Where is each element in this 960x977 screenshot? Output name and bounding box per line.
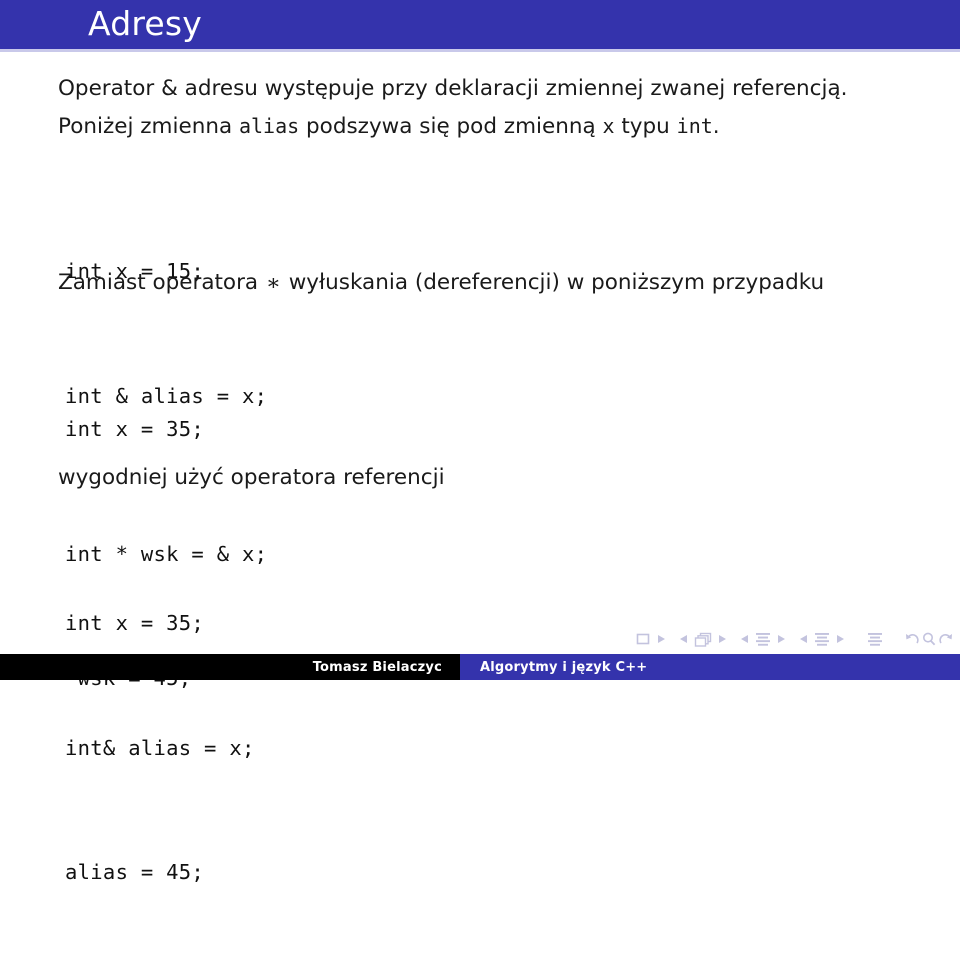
code-line: alias = 45; [65, 860, 205, 884]
paragraph-2-part-1: Poniżej zmienna [58, 114, 239, 139]
paragraph-3-part-2: wyłuskania (dereferencji) w poniższym pr… [281, 270, 825, 295]
frames-icon[interactable] [694, 630, 712, 648]
inline-code-alias: alias [238, 114, 300, 138]
footer-course-title: Algorytmy i język C++ [480, 659, 648, 675]
inline-code-x: x [602, 114, 615, 138]
slide-icon[interactable] [636, 630, 650, 648]
code-line: int x = 35; [65, 611, 205, 635]
slide-body: Operator & adresu występuje przy deklara… [0, 56, 960, 884]
search-icon[interactable] [922, 630, 936, 648]
paragraph-2-part-4: . [712, 114, 720, 139]
slide-footer: Tomasz Bielaczyc Algorytmy i język C++ [0, 654, 960, 680]
section-icon[interactable] [814, 630, 830, 648]
back-icon[interactable] [905, 630, 920, 648]
beamer-navigation-bar[interactable] [636, 629, 954, 649]
paragraph-1-text: Operator & adresu występuje przy deklara… [58, 76, 848, 101]
prev-subsection-icon[interactable] [740, 630, 749, 648]
paragraph-operator-adresu: Operator & adresu występuje przy deklara… [58, 74, 848, 104]
next-slide-icon[interactable] [657, 630, 666, 648]
header-divider [0, 49, 960, 52]
next-subsection-icon[interactable] [777, 630, 786, 648]
paragraph-2-part-3: typu [614, 114, 677, 139]
nav-group-slide[interactable] [636, 630, 666, 648]
forward-icon[interactable] [938, 630, 953, 648]
slide-header: Adresy [0, 0, 960, 49]
code-line: int x = 35; [65, 417, 205, 441]
paragraph-3-part-1: Zamiast operatora [58, 270, 265, 295]
nav-group-subsection[interactable] [740, 630, 786, 648]
footer-author-section: Tomasz Bielaczyc [0, 654, 460, 680]
nav-group-frames[interactable] [679, 630, 727, 648]
paragraph-2-part-2: podszywa się pod zmienną [299, 114, 603, 139]
paragraph-reference-preferred: wygodniej użyć operatora referencji [58, 463, 445, 493]
paragraph-4-text: wygodniej użyć operatora referencji [58, 465, 445, 490]
inline-code-int: int [676, 114, 713, 138]
code-line: int& alias = x; [65, 735, 255, 760]
paragraph-dereference-intro: Zamiast operatora ∗ wyłuskania (derefere… [58, 268, 824, 299]
next-frame-icon[interactable] [718, 630, 727, 648]
document-icon[interactable] [867, 630, 883, 648]
subsection-icon[interactable] [755, 630, 771, 648]
code-block-reference-example: int x = 35; int& alias = x; alias = 45; [65, 520, 255, 977]
footer-author: Tomasz Bielaczyc [312, 659, 442, 675]
prev-section-icon[interactable] [799, 630, 808, 648]
asterisk-operator-symbol: ∗ [265, 271, 281, 296]
nav-group-history[interactable] [905, 630, 953, 648]
next-section-icon[interactable] [836, 630, 845, 648]
nav-group-section[interactable] [799, 630, 845, 648]
page-title: Adresy [88, 4, 203, 43]
paragraph-alias-description: Poniżej zmienna alias podszywa się pod z… [58, 111, 720, 142]
prev-frame-icon[interactable] [679, 630, 688, 648]
footer-course-section: Algorytmy i język C++ [460, 654, 960, 680]
